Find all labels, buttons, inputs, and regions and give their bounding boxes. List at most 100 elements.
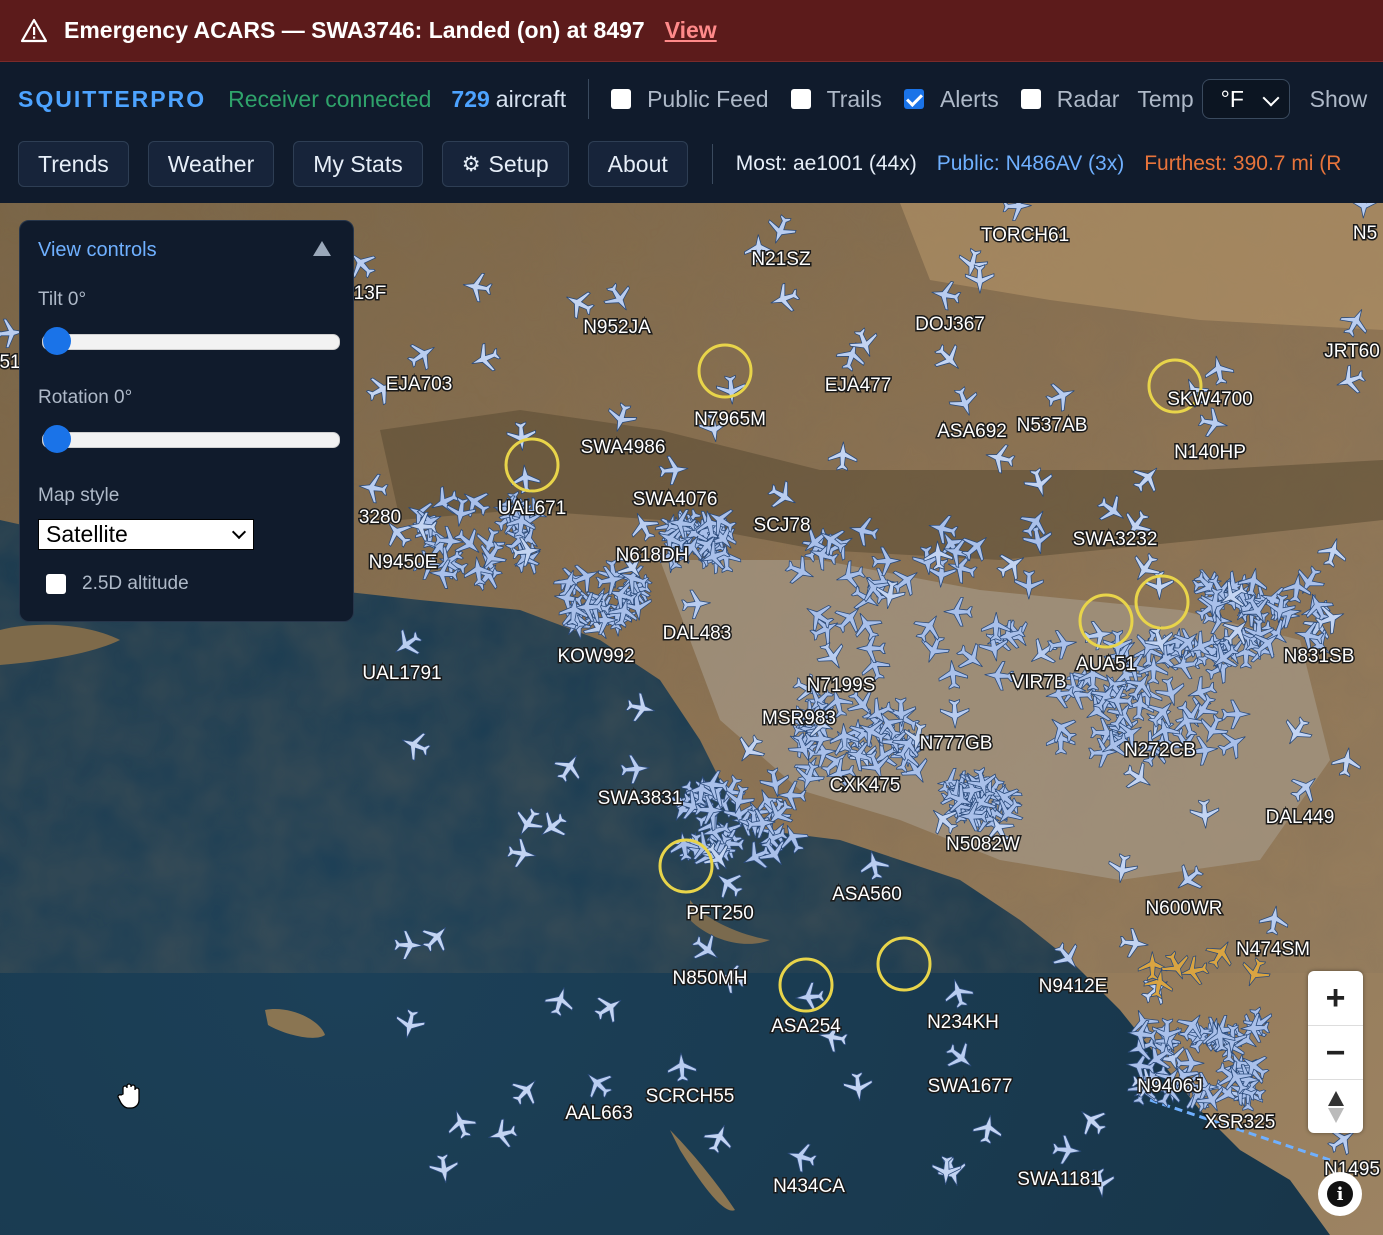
- zoom-in-button[interactable]: +: [1308, 971, 1363, 1025]
- app-brand: SQUITTERPRO: [18, 85, 207, 112]
- flight-label: N5: [1353, 223, 1377, 244]
- flight-label: 51: [0, 352, 21, 373]
- warning-triangle-icon: [20, 18, 48, 42]
- chevron-down-icon: [231, 524, 247, 540]
- radar-checkbox[interactable]: [1020, 89, 1041, 109]
- zoom-controls: + −: [1308, 971, 1363, 1133]
- attribution-info-button[interactable]: i: [1318, 1172, 1362, 1216]
- hand-cursor-icon: [117, 1082, 143, 1110]
- map-style-select[interactable]: Satellite: [38, 519, 254, 550]
- public-stat[interactable]: Public: N486AV (3x): [937, 152, 1125, 176]
- flight-label: SWA4076: [633, 489, 718, 510]
- flight-label: SWA1677: [928, 1076, 1013, 1097]
- divider: [588, 79, 590, 119]
- temp-unit-value: °F: [1220, 85, 1244, 112]
- alerts-checkbox[interactable]: [903, 89, 924, 109]
- setup-button[interactable]: ⚙ Setup: [441, 141, 569, 187]
- rotation-slider[interactable]: [42, 425, 340, 453]
- temp-unit-select[interactable]: °F: [1201, 79, 1290, 119]
- flight-label: N434CA: [773, 1176, 845, 1197]
- trails-toggle[interactable]: Trails: [790, 85, 882, 113]
- top-toolbar: SQUITTERPRO Receiver connected 729 aircr…: [0, 63, 1383, 203]
- flight-label: EJA703: [386, 374, 453, 395]
- chevron-down-icon: [1262, 89, 1280, 107]
- weather-button-label: Weather: [167, 150, 255, 177]
- tilt-slider[interactable]: [42, 327, 340, 355]
- flight-label: JRT60: [1324, 341, 1380, 362]
- flight-label: CXK475: [830, 775, 901, 796]
- alerts-toggle[interactable]: Alerts: [903, 85, 999, 113]
- show-label[interactable]: Show: [1310, 86, 1368, 113]
- flight-label: N9450E: [369, 552, 438, 573]
- aircraft-count: 729: [451, 85, 490, 112]
- flight-label: N140HP: [1174, 442, 1246, 463]
- flight-label: N777GB: [920, 733, 993, 754]
- nav-row: Trends Weather My Stats ⚙ Setup About Mos…: [0, 139, 1383, 189]
- about-button[interactable]: About: [587, 141, 688, 187]
- aircraft-count-label: aircraft: [495, 85, 567, 112]
- flight-label: N537AB: [1017, 415, 1088, 436]
- status-row: SQUITTERPRO Receiver connected 729 aircr…: [0, 63, 1383, 135]
- flight-label: UAL671: [498, 498, 567, 519]
- flight-label: 3280: [359, 507, 401, 528]
- altitude-label: 2.5D altitude: [82, 573, 189, 594]
- flight-label: DAL449: [1266, 807, 1335, 828]
- flight-label: AUA51: [1076, 654, 1136, 675]
- flight-label: VIR7B: [1012, 672, 1067, 693]
- flight-label: ASA692: [937, 421, 1007, 442]
- setup-button-label: Setup: [488, 150, 549, 177]
- my-stats-button[interactable]: My Stats: [293, 141, 423, 187]
- compass-reset-button[interactable]: [1308, 1080, 1363, 1134]
- collapse-triangle-icon[interactable]: [313, 241, 331, 256]
- altitude-checkbox[interactable]: [46, 574, 66, 594]
- view-controls-panel: View controls Tilt 0° Rotation 0° Map st…: [19, 220, 354, 622]
- flight-label: N5082W: [946, 834, 1020, 855]
- flight-label: SKW4700: [1167, 389, 1253, 410]
- flight-label: N618DH: [616, 545, 689, 566]
- rotation-label: Rotation 0°: [38, 387, 133, 408]
- flight-label: MSR983: [762, 708, 836, 729]
- trails-checkbox[interactable]: [790, 89, 811, 109]
- altitude-toggle[interactable]: 2.5D altitude: [46, 573, 189, 595]
- tilt-label: Tilt 0°: [38, 289, 87, 310]
- flight-label: N850MH: [673, 968, 748, 989]
- rotation-slider-handle[interactable]: [43, 425, 71, 453]
- flight-label: UAL1791: [362, 663, 441, 684]
- flight-label: SWA3232: [1073, 529, 1158, 550]
- tilt-slider-handle[interactable]: [43, 327, 71, 355]
- zoom-out-button[interactable]: −: [1308, 1026, 1363, 1080]
- temp-label: Temp: [1137, 85, 1194, 112]
- flight-label: N7965M: [694, 409, 766, 430]
- alert-view-link[interactable]: View: [665, 17, 717, 44]
- flight-label: SCJ78: [753, 515, 810, 536]
- public-feed-toggle[interactable]: Public Feed: [611, 85, 769, 113]
- flight-label: AAL663: [565, 1103, 633, 1124]
- public-feed-checkbox[interactable]: [611, 89, 632, 109]
- flight-label: ASA254: [771, 1016, 841, 1037]
- map-style-label: Map style: [38, 485, 120, 506]
- trails-label: Trails: [826, 85, 882, 112]
- alerts-label: Alerts: [939, 85, 999, 112]
- radar-toggle[interactable]: Radar: [1020, 85, 1120, 113]
- my-stats-button-label: My Stats: [313, 150, 403, 177]
- radar-label: Radar: [1056, 85, 1120, 112]
- flight-label: SWA4986: [581, 437, 666, 458]
- flight-label: N474SM: [1236, 939, 1310, 960]
- info-icon: i: [1327, 1181, 1353, 1207]
- most-seen-stat[interactable]: Most: ae1001 (44x): [736, 152, 917, 176]
- about-button-label: About: [607, 150, 668, 177]
- flight-label: N9406J: [1137, 1076, 1203, 1097]
- trends-button[interactable]: Trends: [18, 141, 129, 187]
- flight-label: N600WR: [1145, 898, 1222, 919]
- view-controls-title: View controls: [38, 239, 157, 261]
- furthest-stat[interactable]: Furthest: 390.7 mi (R: [1144, 152, 1341, 176]
- weather-button[interactable]: Weather: [147, 141, 275, 187]
- flight-label: N952JA: [583, 317, 651, 338]
- emergency-alert-bar: Emergency ACARS — SWA3746: Landed (on) a…: [0, 0, 1383, 62]
- public-feed-label: Public Feed: [647, 85, 769, 112]
- flight-label: ASA560: [832, 884, 902, 905]
- flight-label: N234KH: [927, 1012, 999, 1033]
- flight-label: N9412E: [1039, 976, 1108, 997]
- flight-label: TORCH61: [981, 225, 1069, 246]
- receiver-status: Receiver connected: [228, 85, 432, 112]
